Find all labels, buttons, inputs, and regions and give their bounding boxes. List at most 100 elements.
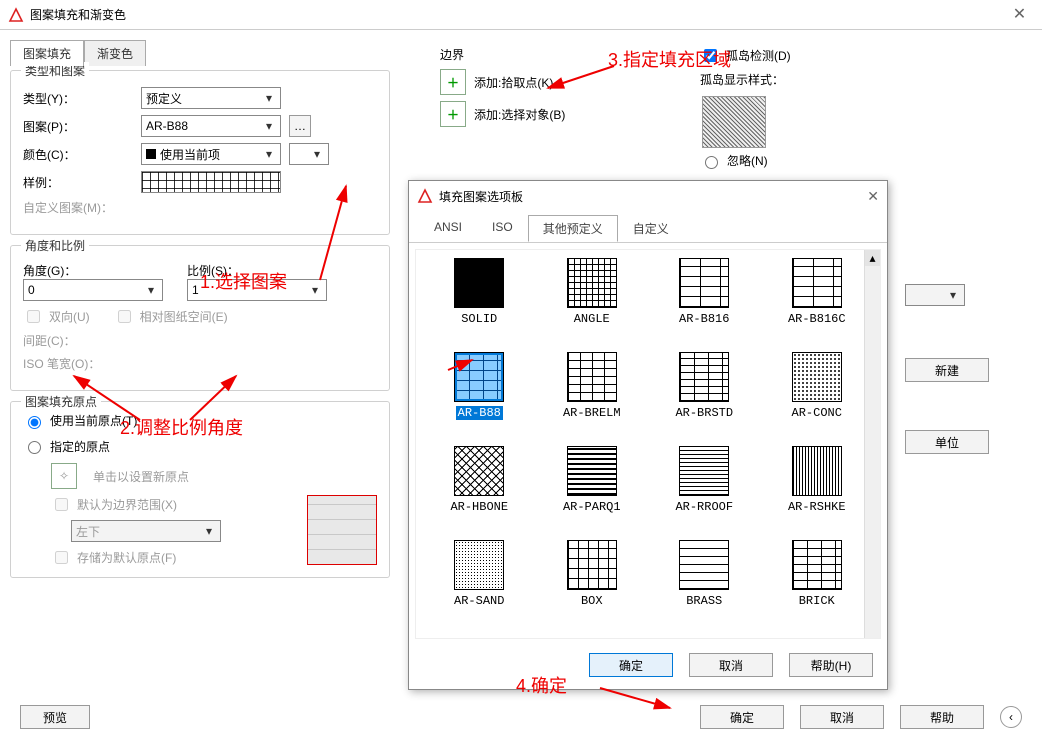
legend-origin: 图案填充原点 — [21, 393, 101, 410]
pattern-label: BRASS — [686, 594, 722, 608]
crosshair-icon: ✧ — [59, 469, 69, 483]
popup-tab-custom[interactable]: 自定义 — [618, 215, 684, 242]
popup-cancel-button[interactable]: 取消 — [689, 653, 773, 677]
chevron-left-icon: ‹ — [1009, 710, 1013, 724]
chevron-down-icon: ▾ — [202, 524, 216, 538]
label-add-select: 添加:选择对象(B) — [474, 106, 565, 123]
pattern-label: AR-CONC — [792, 406, 842, 420]
tab-hatch[interactable]: 图案填充 — [10, 40, 84, 66]
popup-tab-strip: ANSI ISO 其他预定义 自定义 — [409, 211, 887, 243]
combo-type[interactable]: 预定义 ▾ — [141, 87, 281, 109]
pattern-item[interactable]: AR-RROOF — [653, 446, 756, 536]
combo-scale[interactable]: 1 ▾ — [187, 279, 327, 301]
combo-color[interactable]: 使用当前项 ▾ — [141, 143, 281, 165]
pattern-item[interactable]: AR-RSHKE — [766, 446, 869, 536]
popup-tab-ansi[interactable]: ANSI — [419, 215, 477, 242]
pattern-label: AR-BRELM — [563, 406, 621, 420]
pattern-label: ANGLE — [574, 312, 610, 326]
sample-preview[interactable] — [141, 171, 281, 193]
label-angle: 角度(G)： — [23, 262, 163, 279]
combo-anchor: 左下 ▾ — [71, 520, 221, 542]
expand-button[interactable]: ‹ — [1000, 706, 1022, 728]
pattern-item[interactable]: ANGLE — [541, 258, 644, 348]
pattern-label: AR-B88 — [456, 406, 503, 420]
label-color: 颜色(C)： — [23, 146, 133, 163]
group-type-pattern: 类型和图案 类型(Y)： 预定义 ▾ 图案(P)： AR-B88 ▾ … 颜色(… — [10, 70, 390, 235]
browse-pattern-button[interactable]: … — [289, 115, 311, 137]
group-origin: 图案填充原点 使用当前原点(T) 指定的原点 ✧ 单击以设置新原点 — [10, 401, 390, 578]
pattern-palette-dialog: 填充图案选项板 ✕ ANSI ISO 其他预定义 自定义 SOLID ANGLE A… — [408, 180, 888, 690]
left-tab-strip: 图案填充 渐变色 — [10, 40, 390, 66]
pattern-swatch — [454, 446, 504, 496]
pattern-item[interactable]: AR-CONC — [766, 352, 869, 442]
combo-color-secondary[interactable]: ▾ — [289, 143, 329, 165]
origin-preview-icon — [307, 495, 377, 565]
radio-origin-specify[interactable]: 指定的原点 — [23, 438, 110, 455]
check-paper: 相对图纸空间(E) — [114, 307, 228, 326]
pattern-swatch — [792, 352, 842, 402]
tab-gradient[interactable]: 渐变色 — [84, 40, 146, 66]
radio-origin-current[interactable]: 使用当前原点(T) — [23, 412, 137, 429]
new-button[interactable]: 新建 — [905, 358, 989, 382]
scroll-up-icon[interactable]: ▴ — [865, 250, 880, 266]
popup-tab-iso[interactable]: ISO — [477, 215, 528, 242]
unit-button[interactable]: 单位 — [905, 430, 989, 454]
label-custom-pattern: 自定义图案(M)： — [23, 199, 133, 216]
island-style-swatch[interactable] — [702, 96, 766, 148]
pattern-swatch — [567, 446, 617, 496]
preview-button[interactable]: 预览 — [20, 705, 90, 729]
pattern-label: AR-PARQ1 — [563, 500, 621, 514]
pattern-item[interactable]: AR-BRELM — [541, 352, 644, 442]
pattern-item[interactable]: AR-PARQ1 — [541, 446, 644, 536]
label-iso: ISO 笔宽(O)： — [23, 355, 133, 372]
pattern-swatch — [567, 352, 617, 402]
popup-tab-other[interactable]: 其他预定义 — [528, 215, 618, 242]
combo-unknown[interactable]: ▾ — [905, 284, 965, 306]
pattern-label: AR-BRSTD — [675, 406, 733, 420]
pattern-item[interactable]: SOLID — [428, 258, 531, 348]
pattern-label: AR-SAND — [454, 594, 504, 608]
pattern-item[interactable]: AR-SAND — [428, 540, 531, 630]
combo-pattern[interactable]: AR-B88 ▾ — [141, 115, 281, 137]
pattern-item[interactable]: BRASS — [653, 540, 756, 630]
chevron-down-icon: ▾ — [308, 283, 322, 297]
scrollbar-vertical[interactable]: ▴ — [864, 250, 880, 638]
window-title: 图案填充和渐变色 — [30, 0, 126, 30]
popup-title: 填充图案选项板 — [439, 188, 523, 205]
pattern-item[interactable]: AR-HBONE — [428, 446, 531, 536]
group-angle-scale: 角度和比例 角度(G)： 0 ▾ 比例(S)： 1 ▾ — [10, 245, 390, 391]
close-icon[interactable]: ✕ — [867, 188, 879, 205]
pattern-item[interactable]: BRICK — [766, 540, 869, 630]
pick-point-button[interactable]: ＋ — [440, 69, 466, 95]
radio-island-ignore[interactable]: 忽略(N) — [700, 152, 768, 169]
legend-angle-scale: 角度和比例 — [21, 237, 89, 254]
popup-help-button[interactable]: 帮助(H) — [789, 653, 873, 677]
combo-angle[interactable]: 0 ▾ — [23, 279, 163, 301]
popup-ok-button[interactable]: 确定 — [589, 653, 673, 677]
plus-icon: ＋ — [447, 74, 459, 91]
pattern-item[interactable]: AR-B816C — [766, 258, 869, 348]
pattern-label: AR-B816C — [788, 312, 846, 326]
pattern-swatch — [454, 540, 504, 590]
main-cancel-button[interactable]: 取消 — [800, 705, 884, 729]
select-obj-button[interactable]: ＋ — [440, 101, 466, 127]
main-help-button[interactable]: 帮助 — [900, 705, 984, 729]
pattern-item[interactable]: AR-B816 — [653, 258, 756, 348]
pattern-label: AR-B816 — [679, 312, 729, 326]
pattern-swatch — [454, 258, 504, 308]
app-icon — [8, 7, 24, 23]
pattern-swatch — [454, 352, 504, 402]
pattern-grid: SOLID ANGLE AR-B816 AR-B816C AR-B88 AR-BRELM A… — [415, 249, 881, 639]
pattern-item[interactable]: BOX — [541, 540, 644, 630]
pattern-swatch — [567, 258, 617, 308]
pattern-item[interactable]: AR-B88 — [428, 352, 531, 442]
pattern-swatch — [679, 352, 729, 402]
main-ok-button[interactable]: 确定 — [700, 705, 784, 729]
label-sample: 样例： — [23, 174, 133, 191]
close-button[interactable]: ✕ — [997, 0, 1042, 30]
pattern-swatch — [792, 540, 842, 590]
pattern-item[interactable]: AR-BRSTD — [653, 352, 756, 442]
check-island-detect[interactable]: 孤岛检测(D) — [700, 46, 791, 65]
label-add-pick: 添加:拾取点(K) — [474, 74, 553, 91]
set-origin-button: ✧ — [51, 463, 77, 489]
